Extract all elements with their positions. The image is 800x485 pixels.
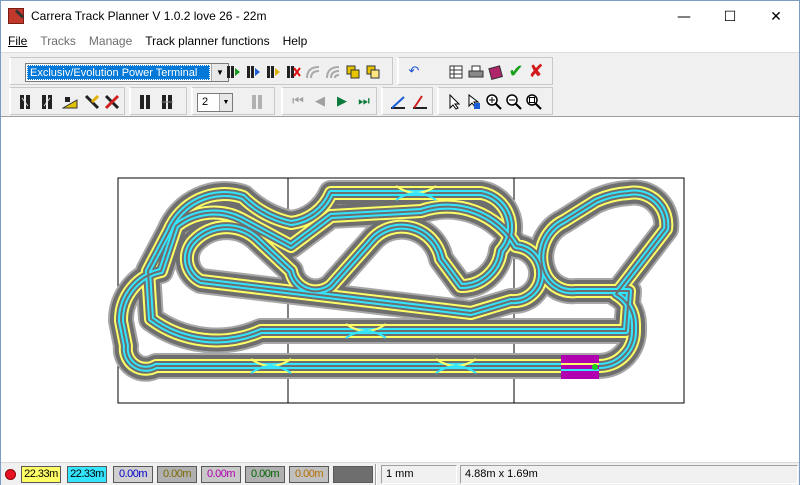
carrera-app-icon[interactable] — [8, 8, 24, 24]
paste-icon[interactable] — [364, 63, 382, 81]
record-indicator-icon[interactable] — [5, 469, 16, 480]
cancel-icon[interactable]: ✘ — [527, 63, 545, 81]
measure-icon[interactable] — [389, 93, 407, 111]
layout-dimensions: 4.88m x 1.69m — [460, 465, 798, 484]
ramp-icon[interactable] — [61, 93, 79, 111]
track-system-value: Exclusiv/Evolution Power Terminal — [27, 65, 210, 80]
window-title: Carrera Track Planner V 1.0.2 love 26 - … — [31, 9, 267, 23]
menu-bar: File Tracks Manage Track planner functio… — [1, 32, 799, 52]
parts-list-icon[interactable] — [447, 63, 465, 81]
toolbar-area: Exclusiv/Evolution Power Terminal ▼ ↶ ✔ … — [1, 52, 799, 117]
straight-delete-icon[interactable] — [284, 63, 302, 81]
straight-length-group — [129, 87, 187, 115]
track-tools-group: Exclusiv/Evolution Power Terminal ▼ — [9, 57, 393, 85]
lane-change-2-icon[interactable] — [39, 93, 57, 111]
move-icon[interactable] — [465, 93, 483, 111]
lane-length-5: 0.00m — [201, 466, 241, 483]
curve-icon[interactable] — [304, 63, 322, 81]
navigation-group: ⏮ ◀ ▶ ⏭ — [281, 87, 377, 115]
lanes-select[interactable]: 2 ▼ — [197, 93, 233, 112]
menu-manage[interactable]: Manage — [82, 32, 138, 52]
edit-tools-group: ↶ ✔ ✘ — [397, 57, 553, 85]
lane-change-group — [9, 87, 125, 115]
lanes-group: 2 ▼ — [191, 87, 275, 115]
menu-file[interactable]: File — [1, 32, 33, 52]
track-layout-drawing[interactable] — [1, 118, 799, 462]
lane-length-4: 0.00m — [157, 466, 197, 483]
lane-length-1: 22.33m — [21, 466, 61, 483]
lane-change-icon[interactable] — [17, 93, 35, 111]
straight-add-blue-icon[interactable] — [244, 63, 262, 81]
grid-size: 1 mm — [381, 465, 457, 484]
status-bar: 22.33m 22.33m 0.00m 0.00m 0.00m 0.00m 0.… — [1, 462, 799, 485]
undo-icon[interactable]: ↶ — [405, 63, 423, 81]
view-group — [437, 87, 553, 115]
lane-length-8 — [333, 466, 373, 483]
last-icon[interactable]: ⏭ — [355, 93, 373, 111]
lane-length-7: 0.00m — [289, 466, 329, 483]
next-icon[interactable]: ▶ — [333, 93, 351, 111]
first-icon[interactable]: ⏮ — [289, 93, 307, 111]
straight-add-icon[interactable] — [224, 63, 242, 81]
menu-track-planner-functions[interactable]: Track planner functions — [138, 32, 275, 52]
book-icon[interactable] — [487, 63, 505, 81]
toolbar-row-1: Exclusiv/Evolution Power Terminal ▼ ↶ ✔ … — [1, 57, 799, 87]
track-circuit[interactable] — [121, 193, 666, 369]
zoom-out-icon[interactable] — [505, 93, 523, 111]
measure-group — [381, 87, 433, 115]
track-system-select[interactable]: Exclusiv/Evolution Power Terminal ▼ — [25, 63, 229, 82]
print-icon[interactable] — [467, 63, 485, 81]
track-canvas[interactable] — [1, 118, 799, 462]
check-icon[interactable]: ✔ — [507, 63, 525, 81]
curve-double-icon[interactable] — [324, 63, 342, 81]
status-separator — [375, 464, 377, 485]
straight-add-yellow-icon[interactable] — [264, 63, 282, 81]
angle-icon[interactable] — [411, 93, 429, 111]
menu-tracks[interactable]: Tracks — [33, 32, 82, 52]
straight-long-icon[interactable] — [159, 93, 177, 111]
copy-icon[interactable] — [344, 63, 362, 81]
toolbar-row-2: 2 ▼ ⏮ ◀ ▶ ⏭ — [1, 87, 799, 117]
lane-length-2: 22.33m — [67, 466, 107, 483]
zoom-in-icon[interactable] — [485, 93, 503, 111]
lane-length-6: 0.00m — [245, 466, 285, 483]
minimize-button[interactable]: — — [661, 1, 707, 32]
crossover-icon[interactable] — [83, 93, 101, 111]
close-button[interactable]: ✕ — [753, 1, 799, 32]
extra-icon[interactable] — [249, 93, 267, 111]
app-window: Carrera Track Planner V 1.0.2 love 26 - … — [0, 0, 800, 485]
title-bar[interactable]: Carrera Track Planner V 1.0.2 love 26 - … — [1, 1, 799, 32]
menu-help[interactable]: Help — [276, 32, 314, 52]
lane-length-3: 0.00m — [113, 466, 153, 483]
pointer-icon[interactable] — [445, 93, 463, 111]
prev-icon[interactable]: ◀ — [311, 93, 329, 111]
crossover-2-icon[interactable] — [103, 93, 121, 111]
straight-short-icon[interactable] — [137, 93, 155, 111]
zoom-fit-icon[interactable] — [525, 93, 543, 111]
chevron-down-icon[interactable]: ▼ — [219, 94, 232, 111]
lanes-value: 2 — [202, 96, 209, 108]
maximize-button[interactable]: ☐ — [707, 1, 753, 32]
power-terminal[interactable] — [561, 355, 599, 379]
